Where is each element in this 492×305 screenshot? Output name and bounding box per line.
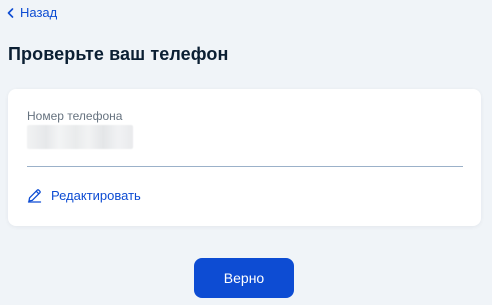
back-link-label: Назад [20, 5, 58, 20]
phone-field-underline [27, 166, 463, 167]
phone-confirmation-page: Назад Проверьте ваш телефон Номер телефо… [0, 0, 492, 305]
phone-field-value-redacted [27, 125, 133, 149]
pencil-icon [27, 188, 42, 203]
confirm-button[interactable]: Верно [194, 258, 294, 298]
phone-field-label: Номер телефона [27, 109, 123, 123]
chevron-left-icon [7, 7, 14, 18]
page-title: Проверьте ваш телефон [8, 44, 229, 64]
edit-button-label: Редактировать [51, 188, 141, 203]
edit-button[interactable]: Редактировать [27, 188, 141, 203]
back-link[interactable]: Назад [7, 5, 57, 20]
phone-card: Номер телефона Редактировать [8, 89, 481, 226]
